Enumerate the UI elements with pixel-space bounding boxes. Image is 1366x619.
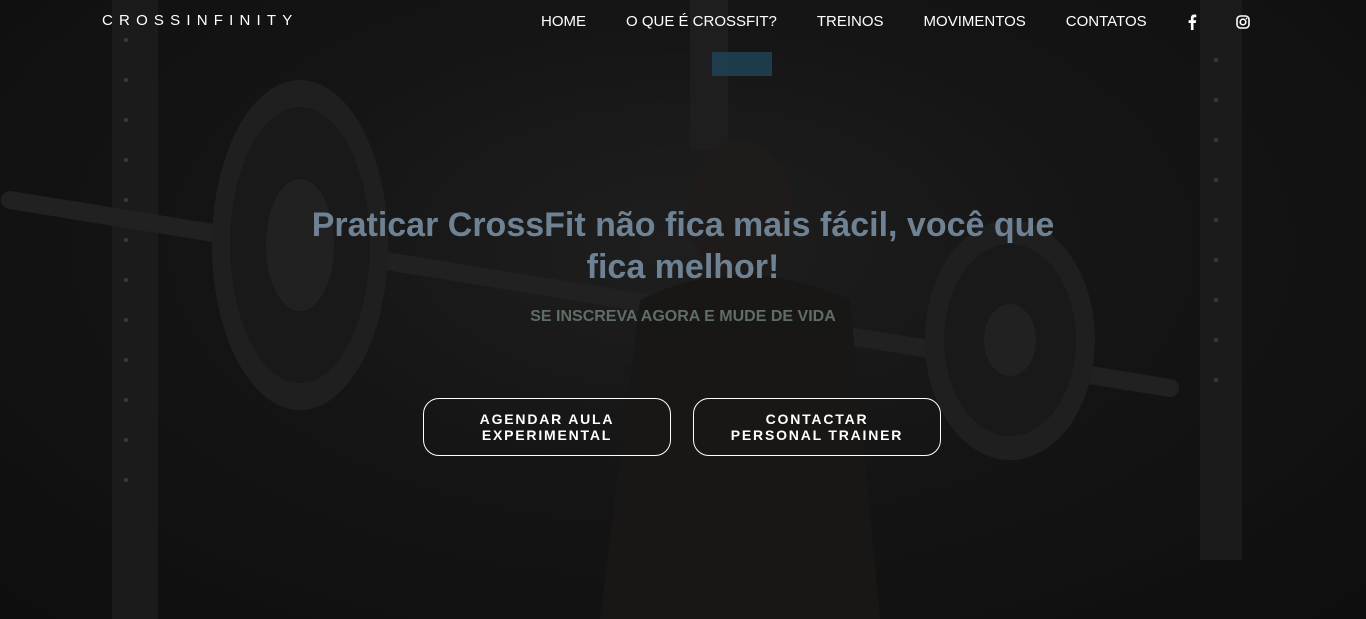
nav-item-contatos[interactable]: CONTATOS: [1066, 13, 1147, 30]
facebook-glyph: [1188, 14, 1197, 30]
facebook-icon[interactable]: [1184, 13, 1200, 31]
brand-logo[interactable]: CROSSINFINITY: [102, 12, 298, 29]
agendar-aula-button[interactable]: AGENDAR AULA EXPERIMENTAL: [423, 398, 671, 456]
contactar-personal-button[interactable]: CONTACTAR PERSONAL TRAINER: [693, 398, 941, 456]
hero-headline: Praticar CrossFit não fica mais fácil, v…: [311, 206, 1055, 286]
nav-item-movimentos[interactable]: MOVIMENTOS: [924, 13, 1026, 30]
instagram-glyph: [1236, 15, 1250, 29]
nav-item-home[interactable]: HOME: [541, 13, 586, 30]
nav-item-treinos[interactable]: TREINOS: [817, 13, 884, 30]
navbar: CROSSINFINITY HOME O QUE É CROSSFIT? TRE…: [0, 0, 1366, 44]
nav-menu: HOME O QUE É CROSSFIT? TREINOS MOVIMENTO…: [541, 13, 1147, 30]
hero-subline: SE INSCREVA AGORA E MUDE DE VIDA: [530, 308, 836, 325]
hero-section: CROSSINFINITY HOME O QUE É CROSSFIT? TRE…: [0, 0, 1366, 619]
instagram-icon[interactable]: [1235, 13, 1251, 31]
nav-item-o-que-e-crossfit[interactable]: O QUE É CROSSFIT?: [626, 13, 777, 30]
